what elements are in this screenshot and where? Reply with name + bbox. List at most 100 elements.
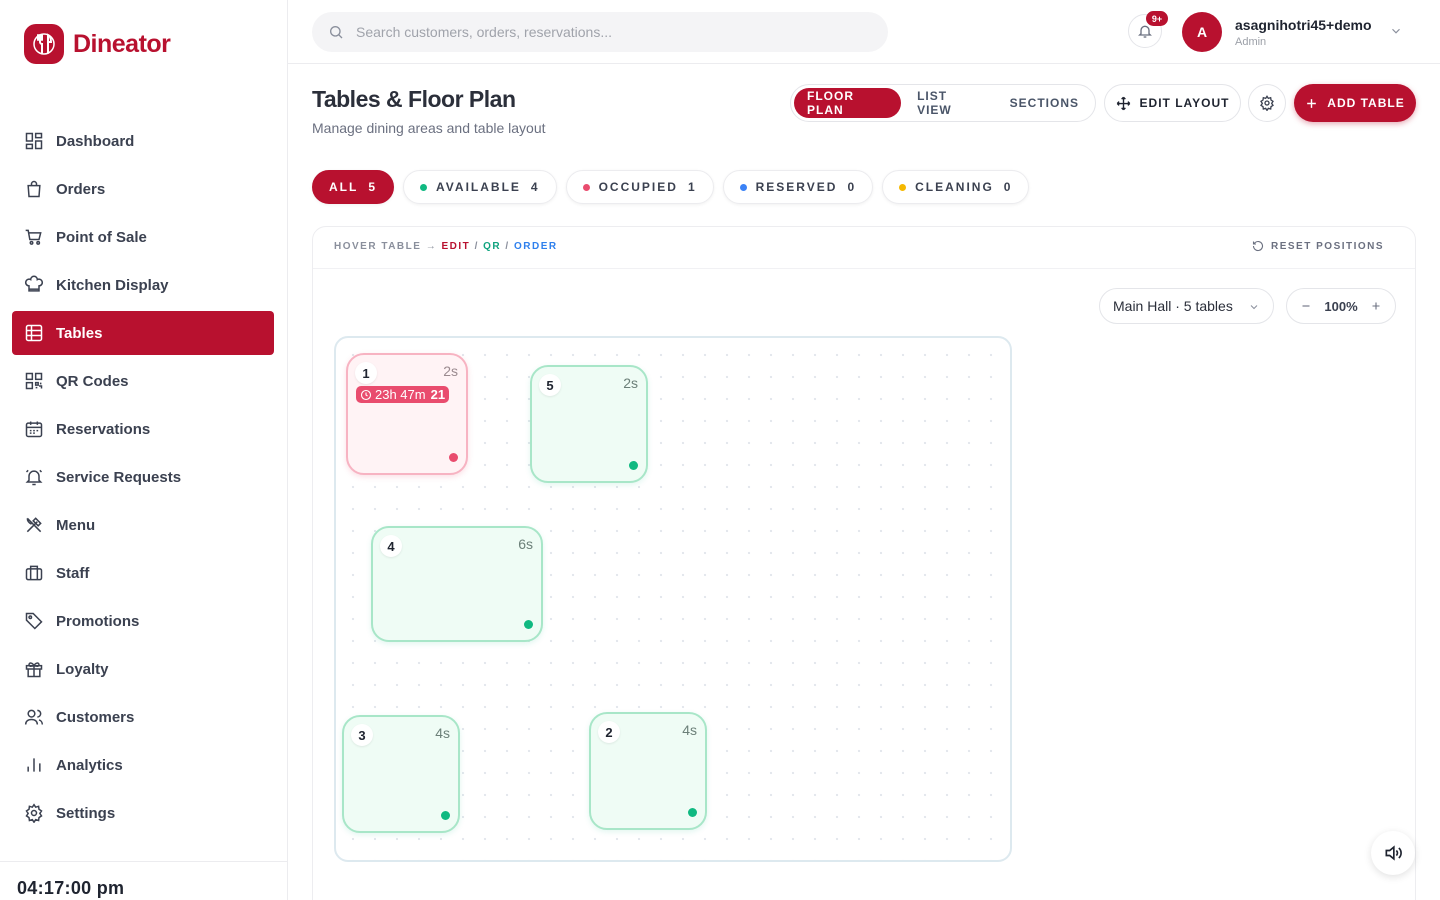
hint-edit: EDIT — [441, 241, 471, 252]
sidebar-item-menu[interactable]: Menu — [12, 503, 274, 547]
filter-reserved[interactable]: RESERVED 0 — [722, 170, 874, 204]
table-card[interactable]: 1 2s 23h 47m 21 — [346, 353, 468, 475]
tab-list-view[interactable]: LIST VIEW — [904, 88, 994, 118]
add-table-label: ADD TABLE — [1327, 96, 1405, 110]
sidebar-item-label: Loyalty — [56, 660, 109, 678]
topbar: 9+ A asagnihotri45+demo Admin — [288, 0, 1440, 64]
table-number: 4 — [380, 535, 402, 557]
table-number: 1 — [355, 362, 377, 384]
sidebar-item-orders[interactable]: Orders — [12, 167, 274, 211]
table-card[interactable]: 3 4s — [342, 715, 460, 833]
hint-order: ORDER — [513, 241, 558, 252]
logo-fork-knife-icon — [24, 24, 64, 64]
sidebar-item-label: Staff — [56, 564, 90, 582]
page-subtitle: Manage dining areas and table layout — [312, 120, 546, 136]
sidebar-item-service-requests[interactable]: Service Requests — [12, 455, 274, 499]
table-seats: 2s — [623, 375, 638, 391]
floor-canvas: 1 2s 23h 47m 21 5 2s 4 6s 3 4s 2 4s — [334, 336, 1012, 862]
sidebar-item-label: Kitchen Display — [56, 276, 169, 294]
orders-icon — [24, 179, 44, 199]
status-dot — [524, 620, 533, 629]
filter-cleaning[interactable]: CLEANING 0 — [882, 170, 1030, 204]
reset-label: RESET POSITIONS — [1271, 240, 1385, 252]
filter-all[interactable]: ALL 5 — [312, 170, 395, 204]
sound-toggle-button[interactable] — [1371, 831, 1415, 875]
zoom-out-button[interactable] — [1299, 299, 1313, 313]
user-menu[interactable]: A asagnihotri45+demo Admin — [1182, 12, 1372, 52]
tag-icon — [24, 611, 44, 631]
table-card[interactable]: 5 2s — [530, 365, 648, 483]
sidebar-item-label: Promotions — [56, 612, 140, 630]
chef-hat-icon — [24, 275, 44, 295]
status-dot — [449, 453, 458, 462]
timer-count: 21 — [430, 387, 446, 402]
section-select[interactable]: Main Hall · 5 tables — [1099, 288, 1274, 324]
occupied-timer: 23h 47m 21 — [356, 386, 450, 403]
sidebar-item-point-of-sale[interactable]: Point of Sale — [12, 215, 274, 259]
edit-layout-label: EDIT LAYOUT — [1139, 96, 1230, 110]
zoom-control: 100% — [1286, 288, 1396, 324]
filter-occupied[interactable]: OCCUPIED 1 — [565, 170, 714, 204]
user-meta: asagnihotri45+demo Admin — [1235, 17, 1372, 48]
sidebar-item-loyalty[interactable]: Loyalty — [12, 647, 274, 691]
reset-positions-button[interactable]: RESET POSITIONS — [1252, 240, 1384, 252]
edit-layout-button[interactable]: EDIT LAYOUT — [1104, 84, 1241, 122]
chevron-down-icon[interactable] — [1389, 24, 1403, 38]
sidebar-item-label: Point of Sale — [56, 228, 147, 246]
filter-count: 4 — [530, 180, 540, 194]
table-number: 2 — [598, 721, 620, 743]
sidebar: Dineator Dashboard Orders Point of Sale … — [0, 0, 288, 900]
table-card[interactable]: 2 4s — [589, 712, 707, 830]
move-icon — [1116, 96, 1130, 110]
sidebar-nav: Dashboard Orders Point of Sale Kitchen D… — [12, 119, 274, 839]
sidebar-item-reservations[interactable]: Reservations — [12, 407, 274, 451]
tab-sections[interactable]: SECTIONS — [997, 88, 1092, 118]
filter-available[interactable]: AVAILABLE 4 — [403, 170, 557, 204]
table-card[interactable]: 4 6s — [371, 526, 543, 642]
sidebar-item-settings[interactable]: Settings — [12, 791, 274, 835]
user-role: Admin — [1235, 35, 1267, 48]
status-dot — [688, 808, 697, 817]
sidebar-item-kitchen-display[interactable]: Kitchen Display — [12, 263, 274, 307]
qr-icon — [24, 371, 44, 391]
filter-label: OCCUPIED — [598, 180, 678, 194]
dashboard-icon — [24, 131, 44, 151]
zoom-in-button[interactable] — [1369, 299, 1383, 313]
search-bar[interactable] — [312, 12, 888, 52]
search-input[interactable] — [356, 24, 856, 40]
avatar: A — [1182, 12, 1222, 52]
table-seats: 4s — [682, 722, 697, 738]
sidebar-item-qr-codes[interactable]: QR Codes — [12, 359, 274, 403]
filter-label: RESERVED — [755, 180, 838, 194]
sidebar-item-tables[interactable]: Tables — [12, 311, 274, 355]
status-dot — [441, 811, 450, 820]
user-name: asagnihotri45+demo — [1235, 16, 1372, 33]
sidebar-item-label: Dashboard — [56, 132, 135, 150]
chevron-down-icon — [1250, 305, 1258, 310]
notifications-button[interactable]: 9+ — [1128, 11, 1168, 48]
floor-settings-button[interactable] — [1248, 84, 1286, 122]
add-table-button[interactable]: ADD TABLE — [1294, 84, 1416, 122]
sidebar-item-label: Tables — [56, 324, 103, 342]
sidebar-item-staff[interactable]: Staff — [12, 551, 274, 595]
sidebar-item-dashboard[interactable]: Dashboard — [12, 119, 274, 163]
sidebar-item-promotions[interactable]: Promotions — [12, 599, 274, 643]
page-title: Tables & Floor Plan — [312, 86, 516, 112]
table-number: 3 — [351, 724, 373, 746]
bell-ring-icon — [24, 467, 44, 487]
sidebar-item-label: Menu — [56, 516, 96, 534]
panel-header: HOVER TABLE → EDIT / QR / ORDER RESET PO… — [313, 227, 1415, 269]
users-icon — [24, 707, 44, 727]
sidebar-item-label: Service Requests — [56, 468, 182, 486]
sidebar-item-customers[interactable]: Customers — [12, 695, 274, 739]
app-logo[interactable]: Dineator — [24, 24, 171, 64]
sidebar-item-analytics[interactable]: Analytics — [12, 743, 274, 787]
section-value: Main Hall · 5 tables — [1113, 298, 1233, 314]
table-number: 5 — [539, 374, 561, 396]
tab-floor-plan[interactable]: FLOOR PLAN — [794, 88, 902, 118]
hint-qr: QR — [483, 241, 502, 252]
clock-icon — [360, 389, 372, 400]
sidebar-footer: 04:17:00 pm — [0, 861, 287, 900]
gear-icon — [24, 803, 44, 823]
plus-icon — [1307, 98, 1317, 108]
